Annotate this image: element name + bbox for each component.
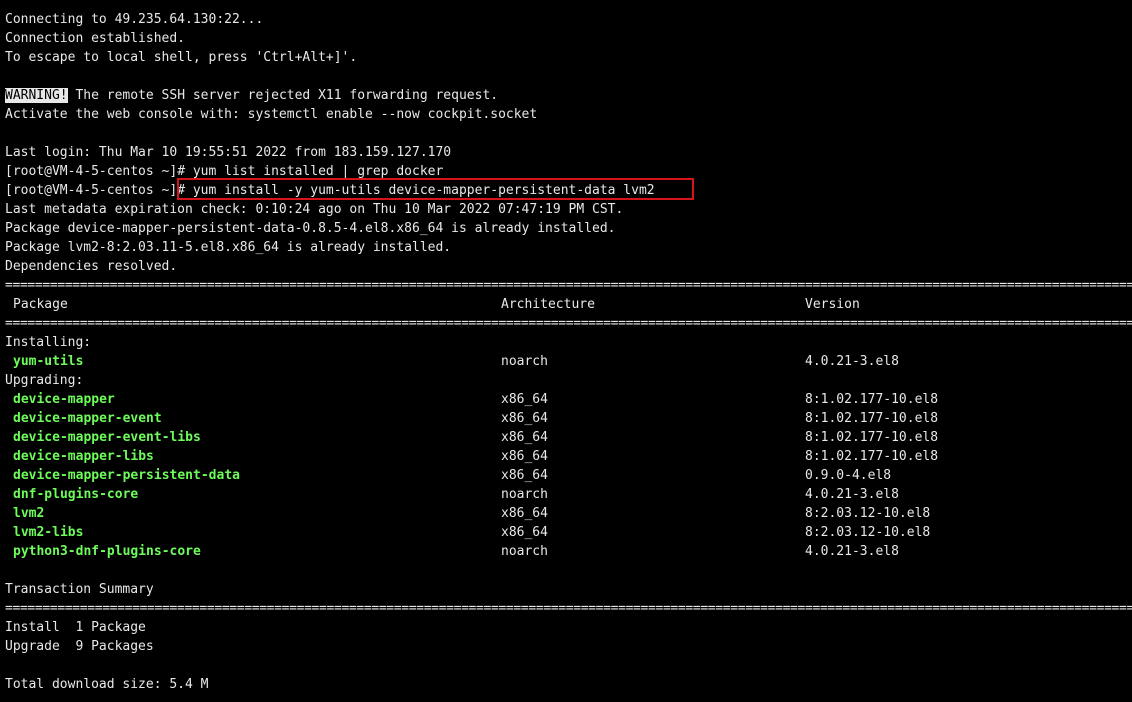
separator-line: ========================================… <box>5 278 1132 293</box>
activate-console-line: Activate the web console with: systemctl… <box>5 107 538 122</box>
download-size-line: Total download size: 5.4 M <box>5 677 209 692</box>
package-architecture: noarch <box>501 544 548 559</box>
command-text: # yum install -y yum-utils device-mapper… <box>177 183 655 198</box>
package-architecture: x86_64 <box>501 506 548 521</box>
command-text: # yum list installed | grep docker <box>177 164 444 179</box>
package-architecture: noarch <box>501 487 548 502</box>
package-version: 8:1.02.177-10.el8 <box>805 430 939 445</box>
package-row: device-mapper-persistent-data x86_64 0.9.0… <box>5 466 1132 485</box>
package-version: 8:2.03.12-10.el8 <box>805 525 931 540</box>
warning-badge: WARNING! <box>5 88 68 103</box>
connecting-line: Connecting to 49.235.64.130:22... <box>5 12 264 27</box>
package-version: 8:2.03.12-10.el8 <box>805 506 931 521</box>
header-version: Version <box>805 297 860 312</box>
command-line-1: [root@VM-4-5-centos ~]# yum list install… <box>5 162 1132 181</box>
package-name: lvm2-libs <box>13 525 84 540</box>
package-row: device-mapper-libs x86_64 8:1.02.177-10.el… <box>5 447 1132 466</box>
package-architecture: x86_64 <box>501 468 548 483</box>
package-architecture: x86_64 <box>501 449 548 464</box>
already-installed-line: Package lvm2-8:2.03.11-5.el8.x86_64 is a… <box>5 240 452 255</box>
package-name: python3-dnf-plugins-core <box>13 544 201 559</box>
header-architecture: Architecture <box>501 297 595 312</box>
already-installed-line: Package device-mapper-persistent-data-0.… <box>5 221 616 236</box>
package-version: 4.0.21-3.el8 <box>805 544 899 559</box>
command-line-2: [root@VM-4-5-centos ~]# yum install -y y… <box>5 181 1132 200</box>
package-architecture: x86_64 <box>501 430 548 445</box>
package-version: 0.9.0-4.el8 <box>805 468 892 483</box>
package-name: device-mapper <box>13 392 115 407</box>
package-architecture: x86_64 <box>501 392 548 407</box>
package-architecture: noarch <box>501 354 548 369</box>
package-version: 8:1.02.177-10.el8 <box>805 411 939 426</box>
shell-prompt: [root@VM-4-5-centos ~] <box>5 183 178 198</box>
transaction-summary-title: Transaction Summary <box>5 582 154 597</box>
package-name: lvm2 <box>13 506 45 521</box>
table-header-row: Package Architecture Version <box>5 295 1132 314</box>
dependencies-resolved-line: Dependencies resolved. <box>5 259 178 274</box>
escape-hint-line: To escape to local shell, press 'Ctrl+Al… <box>5 50 358 65</box>
package-name: dnf-plugins-core <box>13 487 139 502</box>
last-login-line: Last login: Thu Mar 10 19:55:51 2022 fro… <box>5 145 452 160</box>
package-version: 8:1.02.177-10.el8 <box>805 392 939 407</box>
upgrading-list: device-mapper x86_64 8:1.02.177-10.el8 devi… <box>5 390 1132 561</box>
separator-line: ========================================… <box>5 316 1132 331</box>
package-row: lvm2-libs x86_64 8:2.03.12-10.el8 <box>5 523 1132 542</box>
package-name: device-mapper-event <box>13 411 162 426</box>
terminal-output[interactable]: Connecting to 49.235.64.130:22... Connec… <box>5 10 1132 694</box>
package-architecture: x86_64 <box>501 525 548 540</box>
warning-line: WARNING! The remote SSH server rejected … <box>5 86 1132 105</box>
package-row: device-mapper-event-libs x86_64 8:1.02.177… <box>5 428 1132 447</box>
upgrading-label: Upgrading: <box>5 373 84 388</box>
package-row: device-mapper-event x86_64 8:1.02.177-10.e… <box>5 409 1132 428</box>
metadata-line: Last metadata expiration check: 0:10:24 … <box>5 202 624 217</box>
package-version: 4.0.21-3.el8 <box>805 487 899 502</box>
package-row: lvm2 x86_64 8:2.03.12-10.el8 <box>5 504 1132 523</box>
package-name: device-mapper-event-libs <box>13 430 201 445</box>
package-row: device-mapper x86_64 8:1.02.177-10.el8 <box>5 390 1132 409</box>
package-name: device-mapper-persistent-data <box>13 468 240 483</box>
package-version: 4.0.21-3.el8 <box>805 354 899 369</box>
package-row: python3-dnf-plugins-core noarch 4.0.21-3.e… <box>5 542 1132 561</box>
separator-line: ========================================… <box>5 601 1132 616</box>
warning-text: The remote SSH server rejected X11 forwa… <box>67 88 499 103</box>
shell-prompt: [root@VM-4-5-centos ~] <box>5 164 178 179</box>
installing-label: Installing: <box>5 335 92 350</box>
package-name: device-mapper-libs <box>13 449 154 464</box>
package-row: dnf-plugins-core noarch 4.0.21-3.el8 <box>5 485 1132 504</box>
connection-established-line: Connection established. <box>5 31 186 46</box>
upgrade-count-line: Upgrade 9 Packages <box>5 639 154 654</box>
install-count-line: Install 1 Package <box>5 620 146 635</box>
package-architecture: x86_64 <box>501 411 548 426</box>
package-row: yum-utils noarch 4.0.21-3.el8 <box>5 352 1132 371</box>
header-package: Package <box>13 297 68 312</box>
package-name: yum-utils <box>13 354 84 369</box>
installing-list: yum-utils noarch 4.0.21-3.el8 <box>5 352 1132 371</box>
package-version: 8:1.02.177-10.el8 <box>805 449 939 464</box>
